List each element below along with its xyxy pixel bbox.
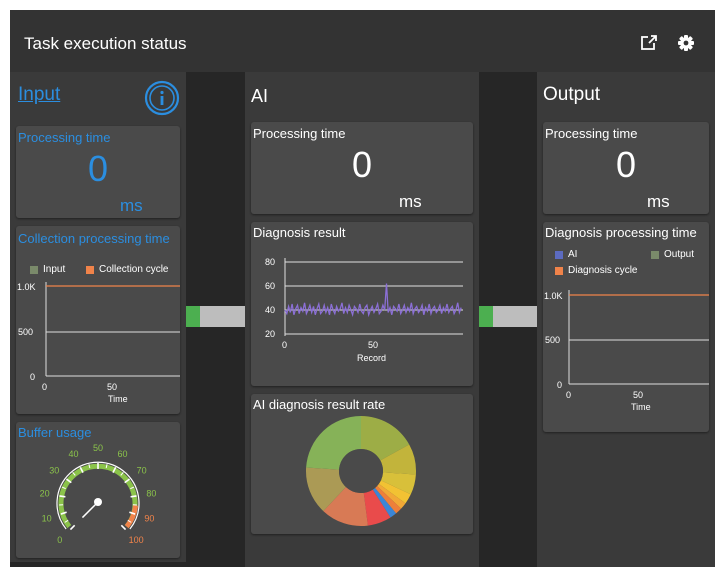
ai-output-connector-track: [493, 306, 537, 327]
gauge-tick-labels: 0 10 20 30 40 50 60 70 80 90 100: [40, 443, 157, 545]
diagnosis-result-chart: 80 60 40 20 0 50 Record: [265, 257, 463, 363]
x-axis-label: Time: [108, 394, 128, 404]
app-root: Task execution status Input Processing t…: [10, 10, 715, 567]
legend-label-diagnosis-cycle: Diagnosis cycle: [568, 265, 638, 276]
input-processing-label: Processing time: [18, 130, 111, 145]
x-tick-label: 0: [566, 390, 571, 400]
output-title: Output: [543, 84, 601, 105]
x-tick-label: 50: [107, 382, 117, 392]
legend-swatch-diagnosis-cycle: [555, 267, 563, 275]
collection-time-chart: 1.0K 500 0 0 50 Time: [17, 282, 180, 404]
diagnosis-time-card: Diagnosis processing time AI Output Diag…: [543, 222, 709, 432]
gauge-tick: [120, 524, 127, 531]
y-tick-label: 40: [265, 305, 275, 315]
input-processing-card: Processing time 0 ms: [16, 126, 180, 218]
x-tick-label: 50: [368, 340, 378, 350]
gauge-tick: [59, 495, 66, 498]
x-tick-label: 50: [633, 390, 643, 400]
y-tick-label: 0: [557, 380, 562, 390]
gauge-tick-label: 90: [144, 514, 154, 524]
legend-label-input: Input: [43, 264, 66, 275]
gauge-tick-label: 50: [93, 443, 103, 453]
input-column: Input Processing time 0 ms Collection pr…: [10, 72, 186, 562]
gauge-tick-label: 30: [49, 465, 59, 475]
open-external-icon[interactable]: [640, 34, 658, 52]
input-title-link[interactable]: Input: [18, 84, 60, 106]
x-tick-label: 0: [42, 382, 47, 392]
donut-hole: [339, 449, 383, 493]
result-rate-card: AI diagnosis result rate: [251, 394, 473, 534]
x-axis-label: Time: [631, 402, 651, 412]
ai-processing-card: Processing time 0 ms: [251, 122, 473, 214]
legend-swatch-ai: [555, 251, 563, 259]
info-icon[interactable]: [144, 80, 180, 116]
y-tick-label: 80: [265, 257, 275, 267]
y-tick-label: 20: [265, 329, 275, 339]
ai-processing-value: 0: [351, 144, 373, 185]
gauge-tick-label: 60: [118, 449, 128, 459]
collection-time-label: Collection processing time: [18, 231, 170, 246]
diagnosis-result-card: Diagnosis result 80 60 40 20 0 50 Record: [251, 222, 473, 386]
y-tick-label: 500: [545, 335, 560, 345]
ai-title: AI: [251, 86, 269, 106]
ai-output-connector-progress: [479, 306, 493, 327]
input-processing-value: 0: [87, 148, 109, 189]
result-rate-donut-chart: [306, 416, 416, 526]
gauge-tick: [69, 524, 76, 531]
gauge-hub: [94, 498, 102, 506]
ai-processing-unit: ms: [399, 192, 422, 211]
gauge-normal-band: [58, 463, 138, 529]
ai-processing-label: Processing time: [253, 126, 346, 141]
gauge-tick-label: 70: [137, 465, 147, 475]
collection-time-card: Collection processing time Input Collect…: [16, 226, 180, 414]
output-column: Output Processing time 0 ms Diagnosis pr…: [537, 72, 715, 567]
diagnosis-time-label: Diagnosis processing time: [545, 225, 697, 240]
y-tick-label: 60: [265, 281, 275, 291]
gauge-tick-label: 10: [42, 514, 52, 524]
y-tick-label: 500: [18, 327, 33, 337]
output-processing-label: Processing time: [545, 126, 638, 141]
input-ai-connector-progress: [186, 306, 200, 327]
output-processing-unit: ms: [647, 192, 670, 211]
buffer-usage-gauge: 0 10 20 30 40 50 60 70 80 90 100: [40, 443, 157, 545]
legend-swatch-collection-cycle: [86, 266, 94, 274]
title-bar: Task execution status: [10, 10, 715, 72]
gauge-rim: [56, 461, 140, 530]
gauge-tick: [130, 495, 137, 498]
gauge-tick-label: 100: [129, 535, 144, 545]
buffer-usage-card: Buffer usage 0 10 20 30 40 50 60 70 80 90 100: [16, 422, 180, 558]
y-tick-label: 0: [30, 372, 35, 382]
gauge-tick-label: 40: [68, 449, 78, 459]
input-processing-unit: ms: [120, 196, 143, 215]
gauge-tick-label: 0: [57, 535, 62, 545]
y-tick-label: 1.0K: [544, 291, 563, 301]
gauge-tick-label: 80: [146, 489, 156, 499]
output-processing-value: 0: [615, 144, 637, 185]
diagnosis-time-chart: 1.0K 500 0 0 50 Time: [544, 290, 709, 412]
x-tick-label: 0: [282, 340, 287, 350]
x-axis-label: Record: [357, 353, 386, 363]
ai-column: AI Processing time 0 ms Diagnosis result…: [245, 72, 479, 567]
legend-label-ai: AI: [568, 249, 578, 260]
gauge-tick-label: 20: [40, 489, 50, 499]
legend-swatch-input: [30, 266, 38, 274]
y-tick-label: 1.0K: [17, 282, 36, 292]
output-processing-card: Processing time 0 ms: [543, 122, 709, 214]
legend-swatch-output: [651, 251, 659, 259]
gear-icon[interactable]: [677, 34, 695, 52]
legend-label-collection-cycle: Collection cycle: [99, 264, 169, 275]
page-title: Task execution status: [24, 34, 187, 53]
legend-label-output: Output: [664, 249, 695, 260]
input-ai-connector-track: [200, 306, 245, 327]
